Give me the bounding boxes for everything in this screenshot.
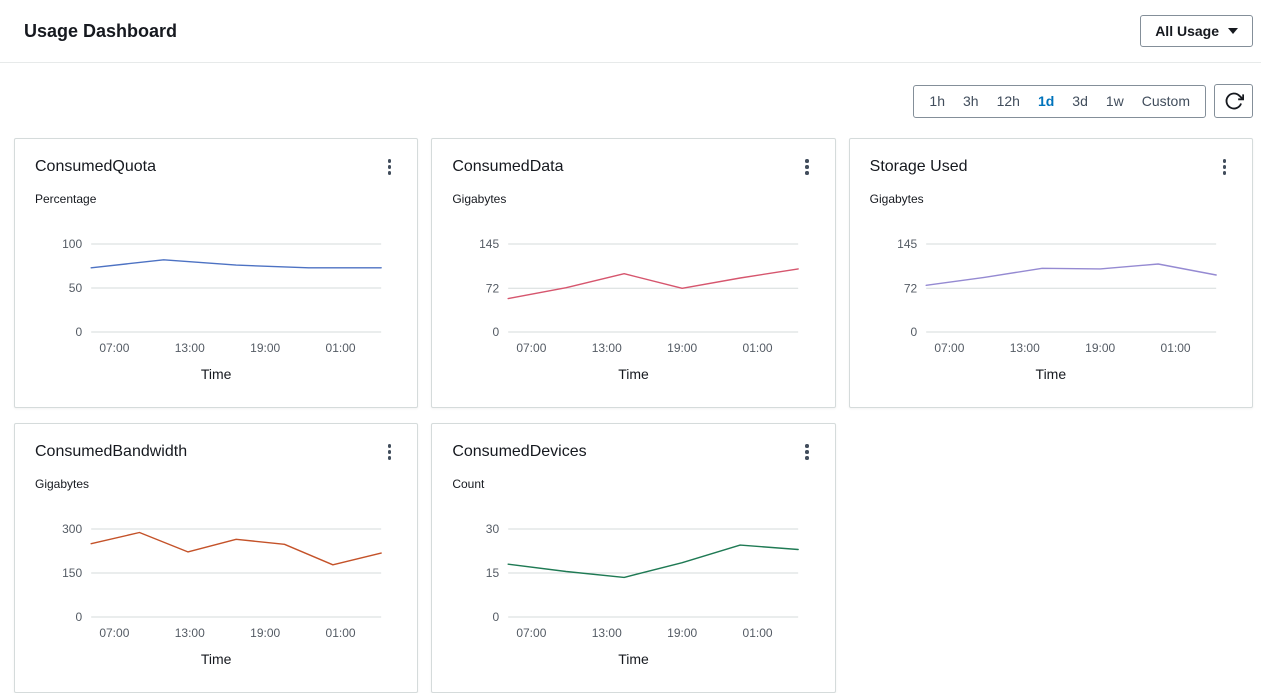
svg-text:0: 0: [75, 325, 82, 339]
line-chart: 0 150 300 07:00 13:00 19:00 01:00: [35, 499, 397, 645]
chart-title: ConsumedBandwidth: [35, 443, 187, 461]
time-range-3h[interactable]: 3h: [954, 86, 988, 117]
chart-title: ConsumedDevices: [452, 443, 586, 461]
svg-text:72: 72: [903, 281, 917, 295]
svg-text:19:00: 19:00: [1085, 341, 1115, 355]
chart-unit-label: Count: [452, 477, 814, 491]
svg-text:01:00: 01:00: [1160, 341, 1190, 355]
chart-title: ConsumedQuota: [35, 158, 156, 176]
svg-text:72: 72: [486, 281, 500, 295]
svg-text:50: 50: [69, 281, 83, 295]
chart-title: Storage Used: [870, 158, 968, 176]
svg-text:150: 150: [62, 566, 82, 580]
svg-text:07:00: 07:00: [517, 341, 547, 355]
time-range-toolbar: 1h 3h 12h 1d 3d 1w Custom: [0, 84, 1253, 118]
chart-unit-label: Percentage: [35, 192, 397, 206]
time-range-custom[interactable]: Custom: [1133, 86, 1199, 117]
line-chart: 0 72 145 07:00 13:00 19:00 01:00: [870, 214, 1232, 360]
chart-card-consumed-quota: ConsumedQuota Percentage 0 50 100 07:00 13:0…: [14, 138, 418, 408]
svg-text:100: 100: [62, 237, 82, 251]
svg-text:300: 300: [62, 522, 82, 536]
usage-dropdown-button[interactable]: All Usage: [1140, 15, 1253, 47]
kebab-menu-button[interactable]: [382, 440, 398, 464]
kebab-menu-button[interactable]: [382, 155, 398, 179]
caret-down-icon: [1228, 28, 1238, 34]
chart-card-consumed-data: ConsumedData Gigabytes 0 72 145 07:00 13:00 1…: [431, 138, 835, 408]
svg-text:19:00: 19:00: [667, 626, 697, 640]
svg-text:07:00: 07:00: [934, 341, 964, 355]
time-range-12h[interactable]: 12h: [988, 86, 1029, 117]
svg-text:13:00: 13:00: [592, 626, 622, 640]
dashboard-header: Usage Dashboard All Usage: [0, 0, 1261, 63]
kebab-menu-button[interactable]: [1217, 155, 1233, 179]
time-range-selector: 1h 3h 12h 1d 3d 1w Custom: [913, 85, 1206, 118]
chart-unit-label: Gigabytes: [35, 477, 397, 491]
chart-card-storage-used: Storage Used Gigabytes 0 72 145 07:00 13:00 1…: [849, 138, 1253, 408]
refresh-button[interactable]: [1214, 84, 1253, 118]
svg-text:13:00: 13:00: [592, 341, 622, 355]
chart-title: ConsumedData: [452, 158, 563, 176]
dashboard-grid: ConsumedQuota Percentage 0 50 100 07:00 13:0…: [14, 138, 1253, 693]
refresh-icon: [1224, 91, 1244, 111]
line-chart: 0 15 30 07:00 13:00 19:00 01:00: [452, 499, 814, 645]
svg-text:19:00: 19:00: [250, 341, 280, 355]
chart-card-consumed-bandwidth: ConsumedBandwidth Gigabytes 0 150 300 07:00…: [14, 423, 418, 693]
line-chart: 0 72 145 07:00 13:00 19:00 01:00: [452, 214, 814, 360]
svg-text:07:00: 07:00: [99, 341, 129, 355]
svg-text:30: 30: [486, 522, 500, 536]
page-title: Usage Dashboard: [24, 21, 177, 42]
svg-text:07:00: 07:00: [99, 626, 129, 640]
time-range-3d[interactable]: 3d: [1063, 86, 1097, 117]
kebab-menu-button[interactable]: [799, 155, 815, 179]
time-range-1h[interactable]: 1h: [920, 86, 954, 117]
svg-text:15: 15: [486, 566, 500, 580]
time-range-1w[interactable]: 1w: [1097, 86, 1133, 117]
svg-text:01:00: 01:00: [743, 341, 773, 355]
chart-card-consumed-devices: ConsumedDevices Count 0 15 30 07:00 13:00 19:…: [431, 423, 835, 693]
usage-dropdown-label: All Usage: [1155, 23, 1219, 39]
chart-x-axis-label: Time: [452, 651, 814, 667]
svg-text:13:00: 13:00: [1009, 341, 1039, 355]
svg-text:19:00: 19:00: [250, 626, 280, 640]
svg-text:07:00: 07:00: [517, 626, 547, 640]
svg-text:145: 145: [479, 237, 499, 251]
kebab-menu-button[interactable]: [799, 440, 815, 464]
svg-text:0: 0: [910, 325, 917, 339]
chart-x-axis-label: Time: [35, 651, 397, 667]
chart-x-axis-label: Time: [452, 366, 814, 382]
svg-text:01:00: 01:00: [743, 626, 773, 640]
line-chart: 0 50 100 07:00 13:00 19:00 01:00: [35, 214, 397, 360]
svg-text:13:00: 13:00: [175, 626, 205, 640]
chart-unit-label: Gigabytes: [452, 192, 814, 206]
svg-text:0: 0: [493, 610, 500, 624]
svg-text:0: 0: [75, 610, 82, 624]
svg-text:01:00: 01:00: [326, 341, 356, 355]
svg-text:19:00: 19:00: [667, 341, 697, 355]
time-range-1d[interactable]: 1d: [1029, 86, 1063, 117]
chart-x-axis-label: Time: [35, 366, 397, 382]
chart-x-axis-label: Time: [870, 366, 1232, 382]
svg-text:145: 145: [897, 237, 917, 251]
chart-unit-label: Gigabytes: [870, 192, 1232, 206]
svg-text:01:00: 01:00: [326, 626, 356, 640]
svg-text:0: 0: [493, 325, 500, 339]
svg-text:13:00: 13:00: [175, 341, 205, 355]
